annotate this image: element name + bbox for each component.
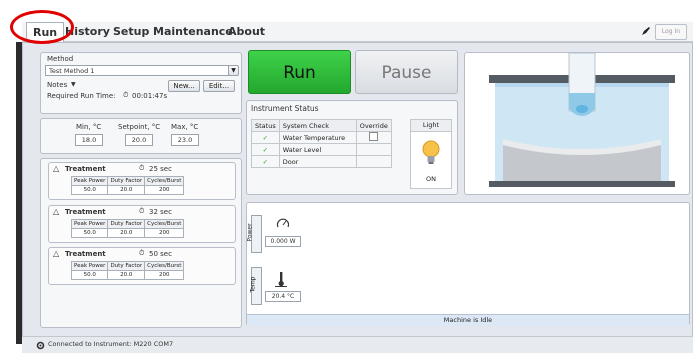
- clock-icon: ⏱: [139, 207, 145, 215]
- peak-power-header: Peak Power: [70, 176, 109, 186]
- override-empty-cell: [355, 143, 392, 156]
- cycles-burst-value[interactable]: 200: [144, 185, 185, 195]
- menu-bar: Run History Setup Maintenance About Log …: [22, 22, 693, 43]
- treatment-duration: 50 sec: [149, 250, 172, 258]
- gear-icon: [36, 341, 45, 350]
- edit-method-button[interactable]: Edit...: [203, 80, 235, 92]
- treatment-label: Treatment: [65, 165, 106, 173]
- min-temp-label: Min, °C: [76, 123, 102, 131]
- instrument-status-panel: Instrument Status Status System Check Ov…: [246, 100, 458, 195]
- system-check-table: Status System Check Override ✓ Water Tem…: [251, 119, 392, 168]
- override-empty-cell: [355, 155, 392, 168]
- peak-power-value[interactable]: 50.0: [70, 270, 109, 280]
- thermometer-icon: [275, 272, 287, 287]
- temp-tab[interactable]: Temp: [249, 267, 262, 305]
- setpoint-temp-field[interactable]: 20.0: [125, 134, 153, 146]
- peak-power-header: Peak Power: [70, 219, 109, 229]
- pause-button[interactable]: Pause: [355, 50, 458, 94]
- temperature-readout: 20.4 °C: [265, 291, 301, 302]
- method-label: Method: [47, 55, 74, 63]
- clock-icon: ⏱: [123, 91, 129, 99]
- power-tab-label: Power: [246, 223, 254, 242]
- app-window: Run History Setup Maintenance About Log …: [0, 0, 695, 356]
- duty-factor-value[interactable]: 20.0: [107, 185, 146, 195]
- temperature-panel: Min, °C Setpoint, °C Max, °C 18.0 20.0 2…: [40, 118, 242, 154]
- max-temp-field[interactable]: 23.0: [171, 134, 199, 146]
- check-door: Door: [278, 155, 357, 168]
- status-header: Status: [251, 119, 280, 132]
- peak-power-value[interactable]: 50.0: [70, 185, 109, 195]
- chevron-down-icon[interactable]: ▼: [228, 65, 239, 76]
- check-water-temperature: Water Temperature: [278, 131, 357, 144]
- method-select[interactable]: Test Method 1: [45, 65, 229, 76]
- clock-icon: ⏱: [139, 249, 145, 257]
- method-panel: Method Test Method 1 ▼ Notes ▼ New... Ed…: [40, 52, 242, 114]
- check-water-level: Water Level: [278, 143, 357, 156]
- treatment-label: Treatment: [65, 208, 106, 216]
- connection-status: Connected to Instrument: M220 COM7: [48, 340, 174, 348]
- check-icon: ✓: [251, 131, 280, 144]
- cycles-burst-value[interactable]: 200: [144, 228, 185, 238]
- required-run-time-label: Required Run Time:: [47, 92, 116, 100]
- check-icon: ✓: [251, 155, 280, 168]
- peak-power-value[interactable]: 50.0: [70, 228, 109, 238]
- cycles-burst-value[interactable]: 200: [144, 270, 185, 280]
- setpoint-temp-label: Setpoint, °C: [118, 123, 161, 131]
- duty-factor-value[interactable]: 20.0: [107, 228, 146, 238]
- treatment-params-table: Peak Power Duty Factor Cycles/Burst 50.0 20…: [70, 219, 185, 238]
- treatment-card[interactable]: △ Treatment ⏱ 50 sec Peak Power Duty Fact…: [48, 247, 236, 285]
- treatment-params-table: Peak Power Duty Factor Cycles/Burst 50.0 20…: [70, 176, 185, 195]
- notes-chevron-icon[interactable]: ▼: [71, 81, 76, 88]
- warning-triangle-icon: △: [53, 207, 60, 216]
- cycles-burst-header: Cycles/Burst: [144, 261, 185, 271]
- duty-factor-header: Duty Factor: [107, 176, 146, 186]
- cycles-burst-header: Cycles/Burst: [144, 176, 185, 186]
- power-tab[interactable]: Power: [247, 215, 262, 253]
- treatment-duration: 25 sec: [149, 165, 172, 173]
- sample-tube-image: [489, 52, 675, 187]
- check-icon: ✓: [251, 143, 280, 156]
- duty-factor-value[interactable]: 20.0: [107, 270, 146, 280]
- notes-label[interactable]: Notes: [47, 81, 67, 89]
- treatment-card[interactable]: △ Treatment ⏱ 25 sec Peak Power Duty Fact…: [48, 162, 236, 200]
- lightbulb-icon[interactable]: [422, 140, 440, 166]
- warning-triangle-icon: △: [53, 164, 60, 173]
- instrument-status-title: Instrument Status: [251, 104, 319, 113]
- light-header: Light: [411, 120, 451, 132]
- min-temp-field[interactable]: 18.0: [75, 134, 103, 146]
- tab-setup[interactable]: Setup: [113, 25, 149, 38]
- temp-tab-label: Temp: [249, 276, 257, 293]
- tab-maintenance[interactable]: Maintenance: [153, 25, 233, 38]
- required-run-time-value: 00:01:47s: [132, 92, 168, 100]
- machine-illustration: [464, 52, 690, 195]
- light-state: ON: [426, 175, 436, 183]
- gauge-icon: [276, 218, 290, 228]
- treatment-params-table: Peak Power Duty Factor Cycles/Burst 50.0 20…: [70, 261, 185, 280]
- override-checkbox[interactable]: [355, 131, 392, 144]
- tab-run[interactable]: Run: [26, 22, 65, 43]
- machine-status-bar: Machine is Idle: [247, 314, 689, 326]
- run-button[interactable]: Run: [248, 50, 351, 94]
- warning-triangle-icon: △: [53, 249, 60, 258]
- override-header: Override: [355, 119, 392, 132]
- tab-history[interactable]: History: [65, 25, 110, 38]
- treatment-label: Treatment: [65, 250, 106, 258]
- treatment-card[interactable]: △ Treatment ⏱ 32 sec Peak Power Duty Fact…: [48, 205, 236, 243]
- clock-icon: ⏱: [139, 164, 145, 172]
- peak-power-header: Peak Power: [70, 261, 109, 271]
- login-button[interactable]: Log In: [655, 24, 687, 40]
- system-check-header: System Check: [278, 119, 357, 132]
- tab-about[interactable]: About: [228, 25, 265, 38]
- max-temp-label: Max, °C: [171, 123, 199, 131]
- power-readout: 0.000 W: [265, 236, 301, 247]
- cycles-burst-header: Cycles/Burst: [144, 219, 185, 229]
- treatment-duration: 32 sec: [149, 208, 172, 216]
- new-method-button[interactable]: New...: [168, 80, 200, 92]
- duty-factor-header: Duty Factor: [107, 219, 146, 229]
- duty-factor-header: Duty Factor: [107, 261, 146, 271]
- status-bar: Connected to Instrument: M220 COM7: [22, 336, 693, 353]
- light-column: Light ON: [410, 119, 452, 189]
- readouts-panel: Power 0.000 W Temp 20.4 °C Machine is Id…: [246, 202, 690, 326]
- pen-icon[interactable]: [641, 26, 651, 36]
